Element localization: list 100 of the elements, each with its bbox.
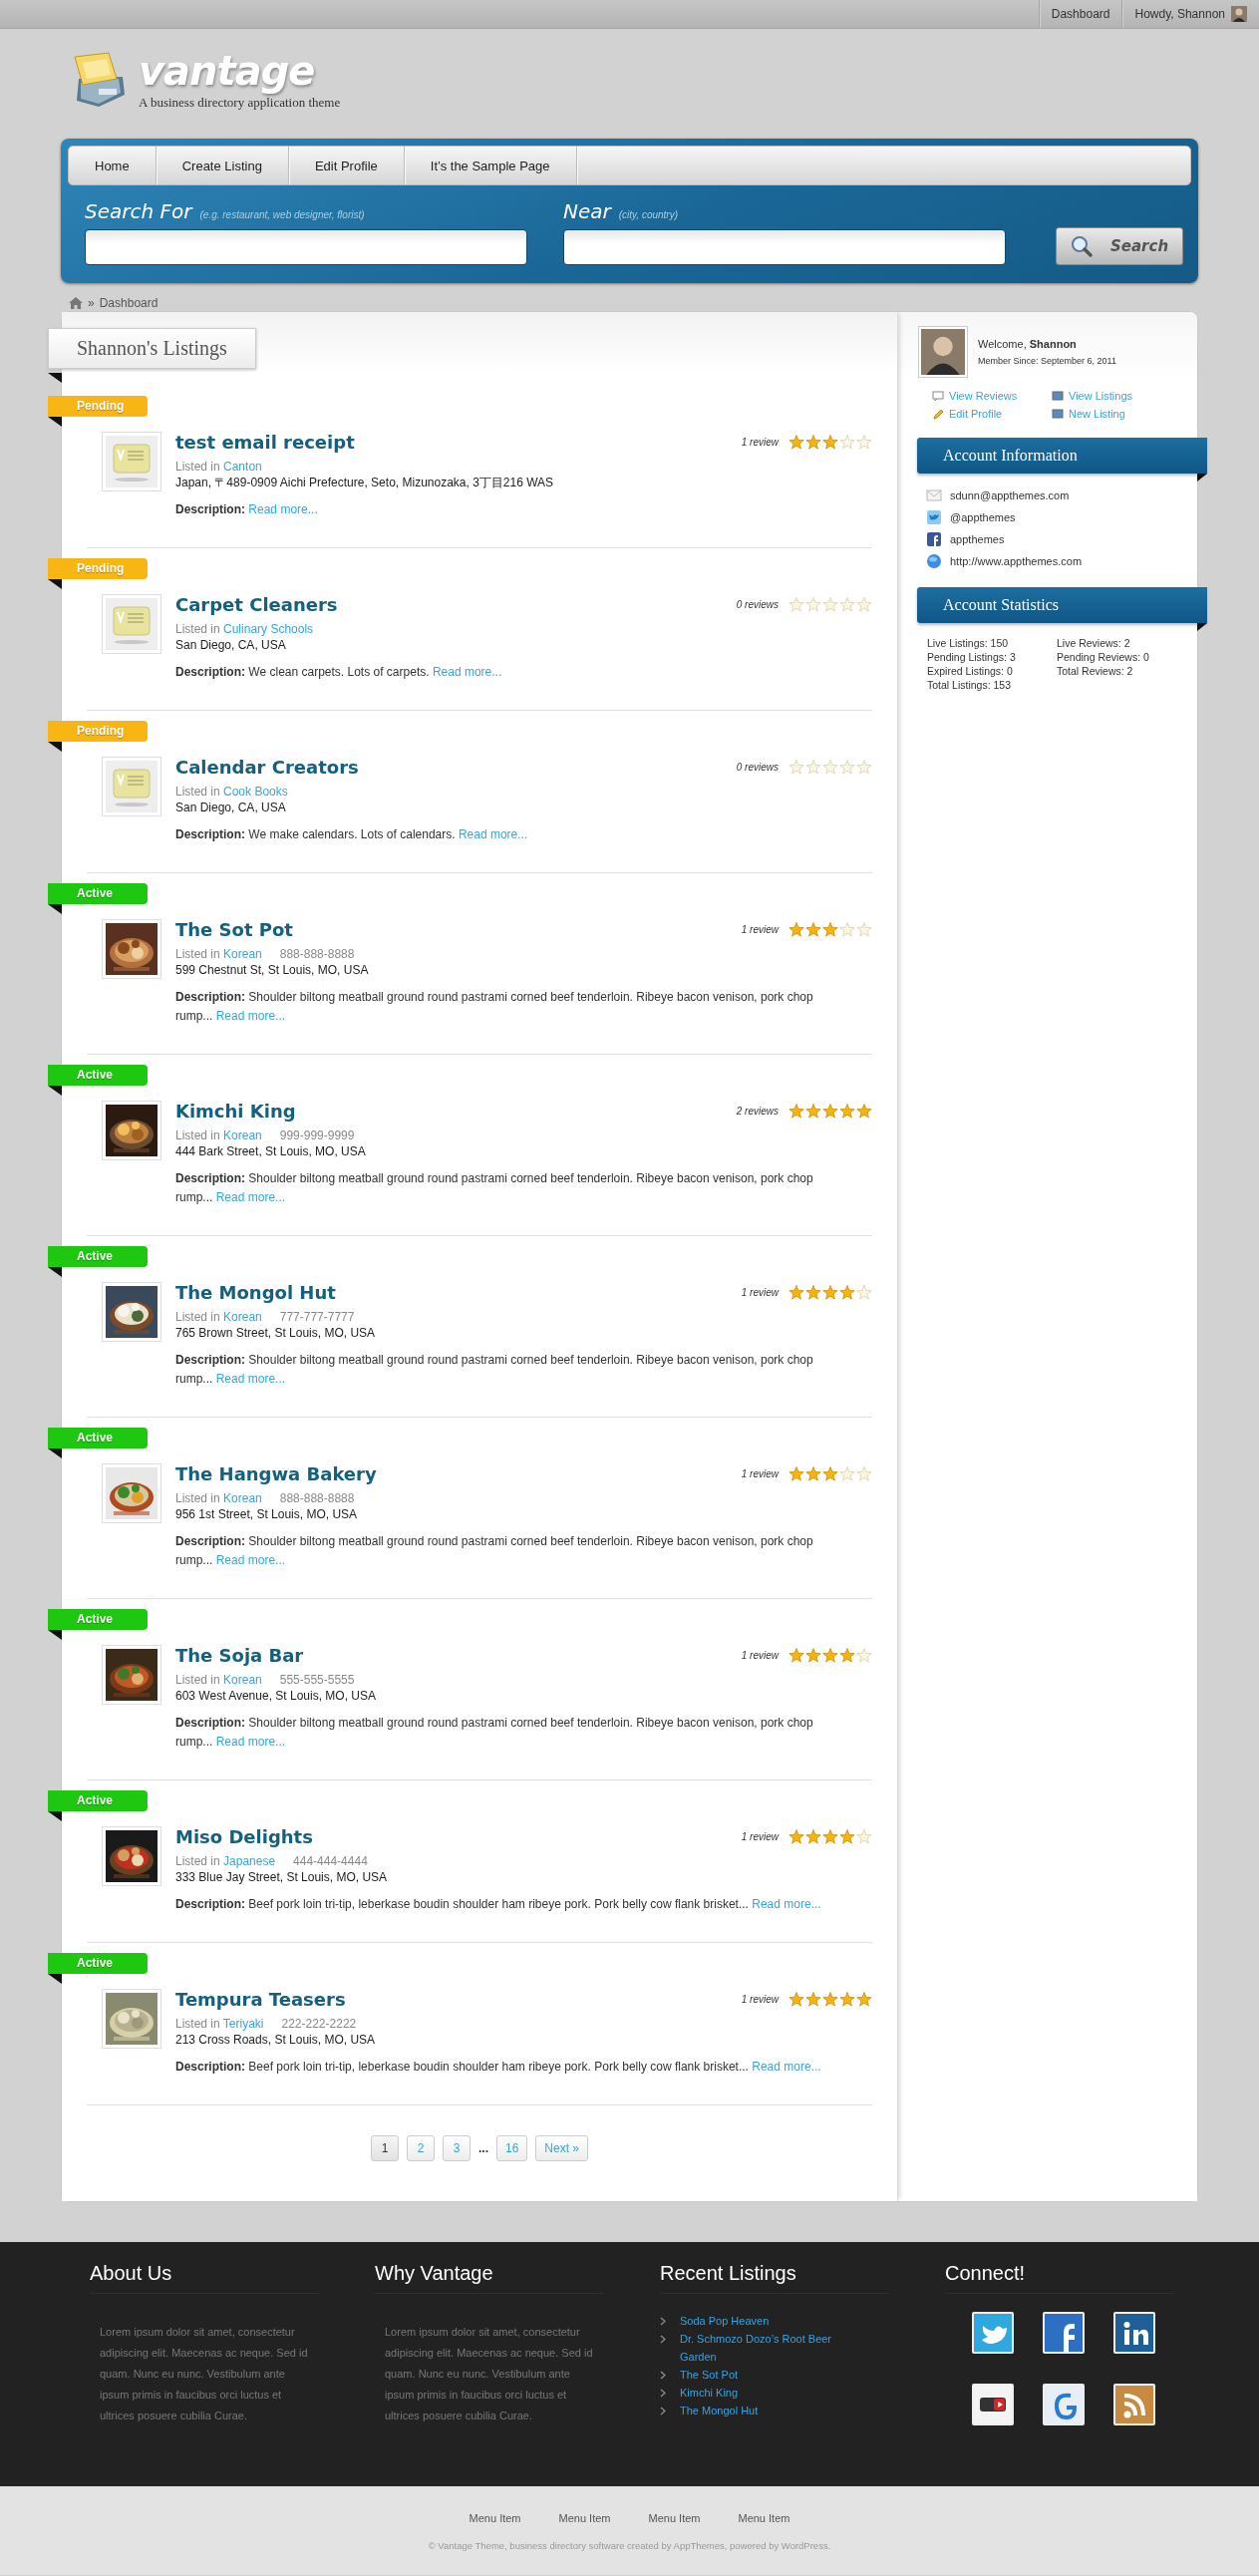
pagination-ellipsis: ...	[477, 2141, 488, 2155]
phone-number: 777-777-7777	[279, 1309, 355, 1325]
category-link[interactable]: Japanese	[223, 1854, 276, 1868]
nav-link[interactable]: Create Listing	[156, 147, 289, 184]
read-more-link[interactable]: Read more...	[215, 1009, 286, 1023]
recent-listing-link[interactable]: The Sot Pot	[680, 2366, 859, 2384]
listed-in-label: Listed in	[175, 785, 221, 799]
category-link[interactable]: Korean	[223, 1673, 262, 1687]
listing-title[interactable]: Calendar Creators	[175, 757, 359, 778]
user-avatar	[921, 329, 965, 375]
listing-title[interactable]: Miso Delights	[175, 1826, 313, 1847]
category-link[interactable]: Korean	[223, 1128, 262, 1142]
social-link[interactable]	[1043, 2312, 1085, 2354]
star-icon	[839, 1104, 855, 1119]
footer-menu-link[interactable]: Menu Item	[738, 2512, 790, 2524]
footer-heading: Connect!	[945, 2262, 1174, 2294]
star-icon	[839, 922, 855, 937]
category-link[interactable]: Korean	[223, 1491, 262, 1505]
location-field[interactable]	[563, 229, 1006, 265]
next-page-link[interactable]: Next »	[535, 2135, 589, 2161]
read-more-link[interactable]: Read more...	[248, 502, 318, 516]
social-link[interactable]	[972, 2384, 1014, 2425]
page-link[interactable]: 3	[442, 2135, 471, 2161]
listing-description: Description: We clean carpets. Lots of carpets. Read more...	[175, 664, 503, 681]
site-logo[interactable]: vantage	[139, 49, 341, 93]
member-since: Member Since: September 6, 2011	[978, 356, 1116, 366]
footer-menu-link[interactable]: Menu Item	[469, 2512, 521, 2524]
listing-title[interactable]: Tempura Teasers	[175, 1989, 346, 2010]
listed-in-label: Listed in	[175, 1854, 221, 1868]
breadcrumb-link[interactable]: Dashboard	[99, 296, 158, 310]
star-icon	[805, 1104, 821, 1119]
nav-link[interactable]: Home	[69, 147, 157, 184]
star-icon	[856, 760, 872, 775]
listing-title[interactable]: The Soja Bar	[175, 1645, 304, 1666]
listing-description: Description: Shoulder biltong meatball ground round pastrami corned beef tenderloin. Ribeye bacon venison, pork chop rump... Read more...	[175, 1533, 814, 1569]
nav-link[interactable]: It’s the Sample Page	[404, 147, 577, 184]
listing-description: Description: Shoulder biltong meatball ground round pastrami corned beef tenderloin. Ribeye bacon venison, pork chop rump... Read more...	[175, 1715, 814, 1751]
social-link[interactable]	[1113, 2312, 1155, 2354]
envelope-icon	[926, 489, 942, 501]
listing-address: 956 1st Street, St Louis, MO, USA	[175, 1506, 359, 1522]
account-detail: sdunn@appthemes.com	[950, 489, 1070, 501]
listing-title[interactable]: test email receipt	[175, 432, 355, 453]
read-more-link[interactable]: Read more...	[458, 827, 528, 841]
search-field[interactable]	[85, 229, 527, 265]
profile-link[interactable]: View Reviews	[932, 390, 1052, 402]
page-link[interactable]: 1	[370, 2135, 399, 2161]
listing-title[interactable]: The Sot Pot	[175, 919, 293, 940]
field-hint: (e.g. restaurant, web designer, florist)	[199, 209, 365, 220]
star-icon	[856, 1992, 872, 2007]
read-more-link[interactable]: Read more...	[215, 1190, 286, 1204]
page-link[interactable]: 16	[496, 2135, 528, 2161]
profile-link[interactable]: Edit Profile	[932, 408, 1052, 420]
category-link[interactable]: Canton	[223, 460, 262, 474]
category-link[interactable]: Korean	[223, 1310, 262, 1324]
statistic: Live Listings: 150	[927, 637, 1010, 649]
read-more-link[interactable]: Read more...	[215, 1372, 286, 1386]
star-icon	[856, 1466, 872, 1481]
listing-title[interactable]: The Mongol Hut	[175, 1282, 336, 1303]
recent-listing-link[interactable]: Soda Pop Heaven	[680, 2312, 859, 2330]
footer-heading: Recent Listings	[660, 2262, 889, 2294]
profile-link[interactable]: View Listings	[1052, 390, 1171, 402]
category-link[interactable]: Cook Books	[223, 785, 288, 799]
recent-listing-link[interactable]: The Mongol Hut	[680, 2402, 859, 2419]
listing-title[interactable]: Carpet Cleaners	[175, 594, 338, 615]
status-tag: Active	[48, 1246, 148, 1267]
category-link[interactable]: Culinary Schools	[223, 622, 314, 636]
read-more-link[interactable]: Read more...	[215, 1735, 286, 1749]
dashboard-link[interactable]: Dashboard	[1038, 0, 1122, 28]
monitor-icon	[1052, 391, 1064, 401]
page-link[interactable]: 2	[406, 2135, 435, 2161]
read-more-link[interactable]: Read more...	[752, 2060, 821, 2074]
account-menu[interactable]: Howdy, Shannon	[1121, 0, 1259, 28]
star-icon	[788, 435, 804, 450]
listing-title[interactable]: The Hangwa Bakery	[175, 1463, 377, 1484]
footer-menu-link[interactable]: Menu Item	[648, 2512, 701, 2524]
section-title: Shannon's Listings	[48, 328, 256, 369]
recent-listing-link[interactable]: Kimchi King	[680, 2384, 859, 2402]
recent-listing-link[interactable]: Dr. Schmozo Dozo’s Root Beer Garden	[680, 2330, 859, 2366]
profile-link[interactable]: New Listing	[1052, 408, 1171, 420]
ribbon-fold-icon	[48, 373, 62, 383]
review-count: 1 review	[741, 437, 779, 448]
star-icon	[839, 1466, 855, 1481]
category-link[interactable]: Korean	[223, 947, 262, 961]
listing-address: 213 Cross Roads, St Louis, MO, USA	[175, 2032, 377, 2048]
square-logo-icon	[1064, 2324, 1075, 2352]
read-more-link[interactable]: Read more...	[215, 1553, 286, 1567]
read-more-link[interactable]: Read more...	[432, 665, 502, 679]
listing-title[interactable]: Kimchi King	[175, 1101, 296, 1122]
logo-icon	[74, 52, 125, 107]
read-more-link[interactable]: Read more...	[752, 1897, 821, 1911]
footer-menu-link[interactable]: Menu Item	[558, 2512, 611, 2524]
nav-link[interactable]: Edit Profile	[288, 147, 405, 184]
copyright-text: © Vantage Theme, business directory software created by AppThemes, powered by WordPress.	[428, 2540, 831, 2551]
ribbon-fold-icon	[48, 742, 62, 752]
star-icon	[805, 1285, 821, 1300]
ribbon-fold-icon	[48, 904, 62, 914]
star-icon	[839, 1992, 855, 2007]
swirl-icon	[1055, 2393, 1077, 2419]
category-link[interactable]: Teriyaki	[222, 2017, 264, 2031]
search-button[interactable]: Search	[1056, 227, 1184, 265]
